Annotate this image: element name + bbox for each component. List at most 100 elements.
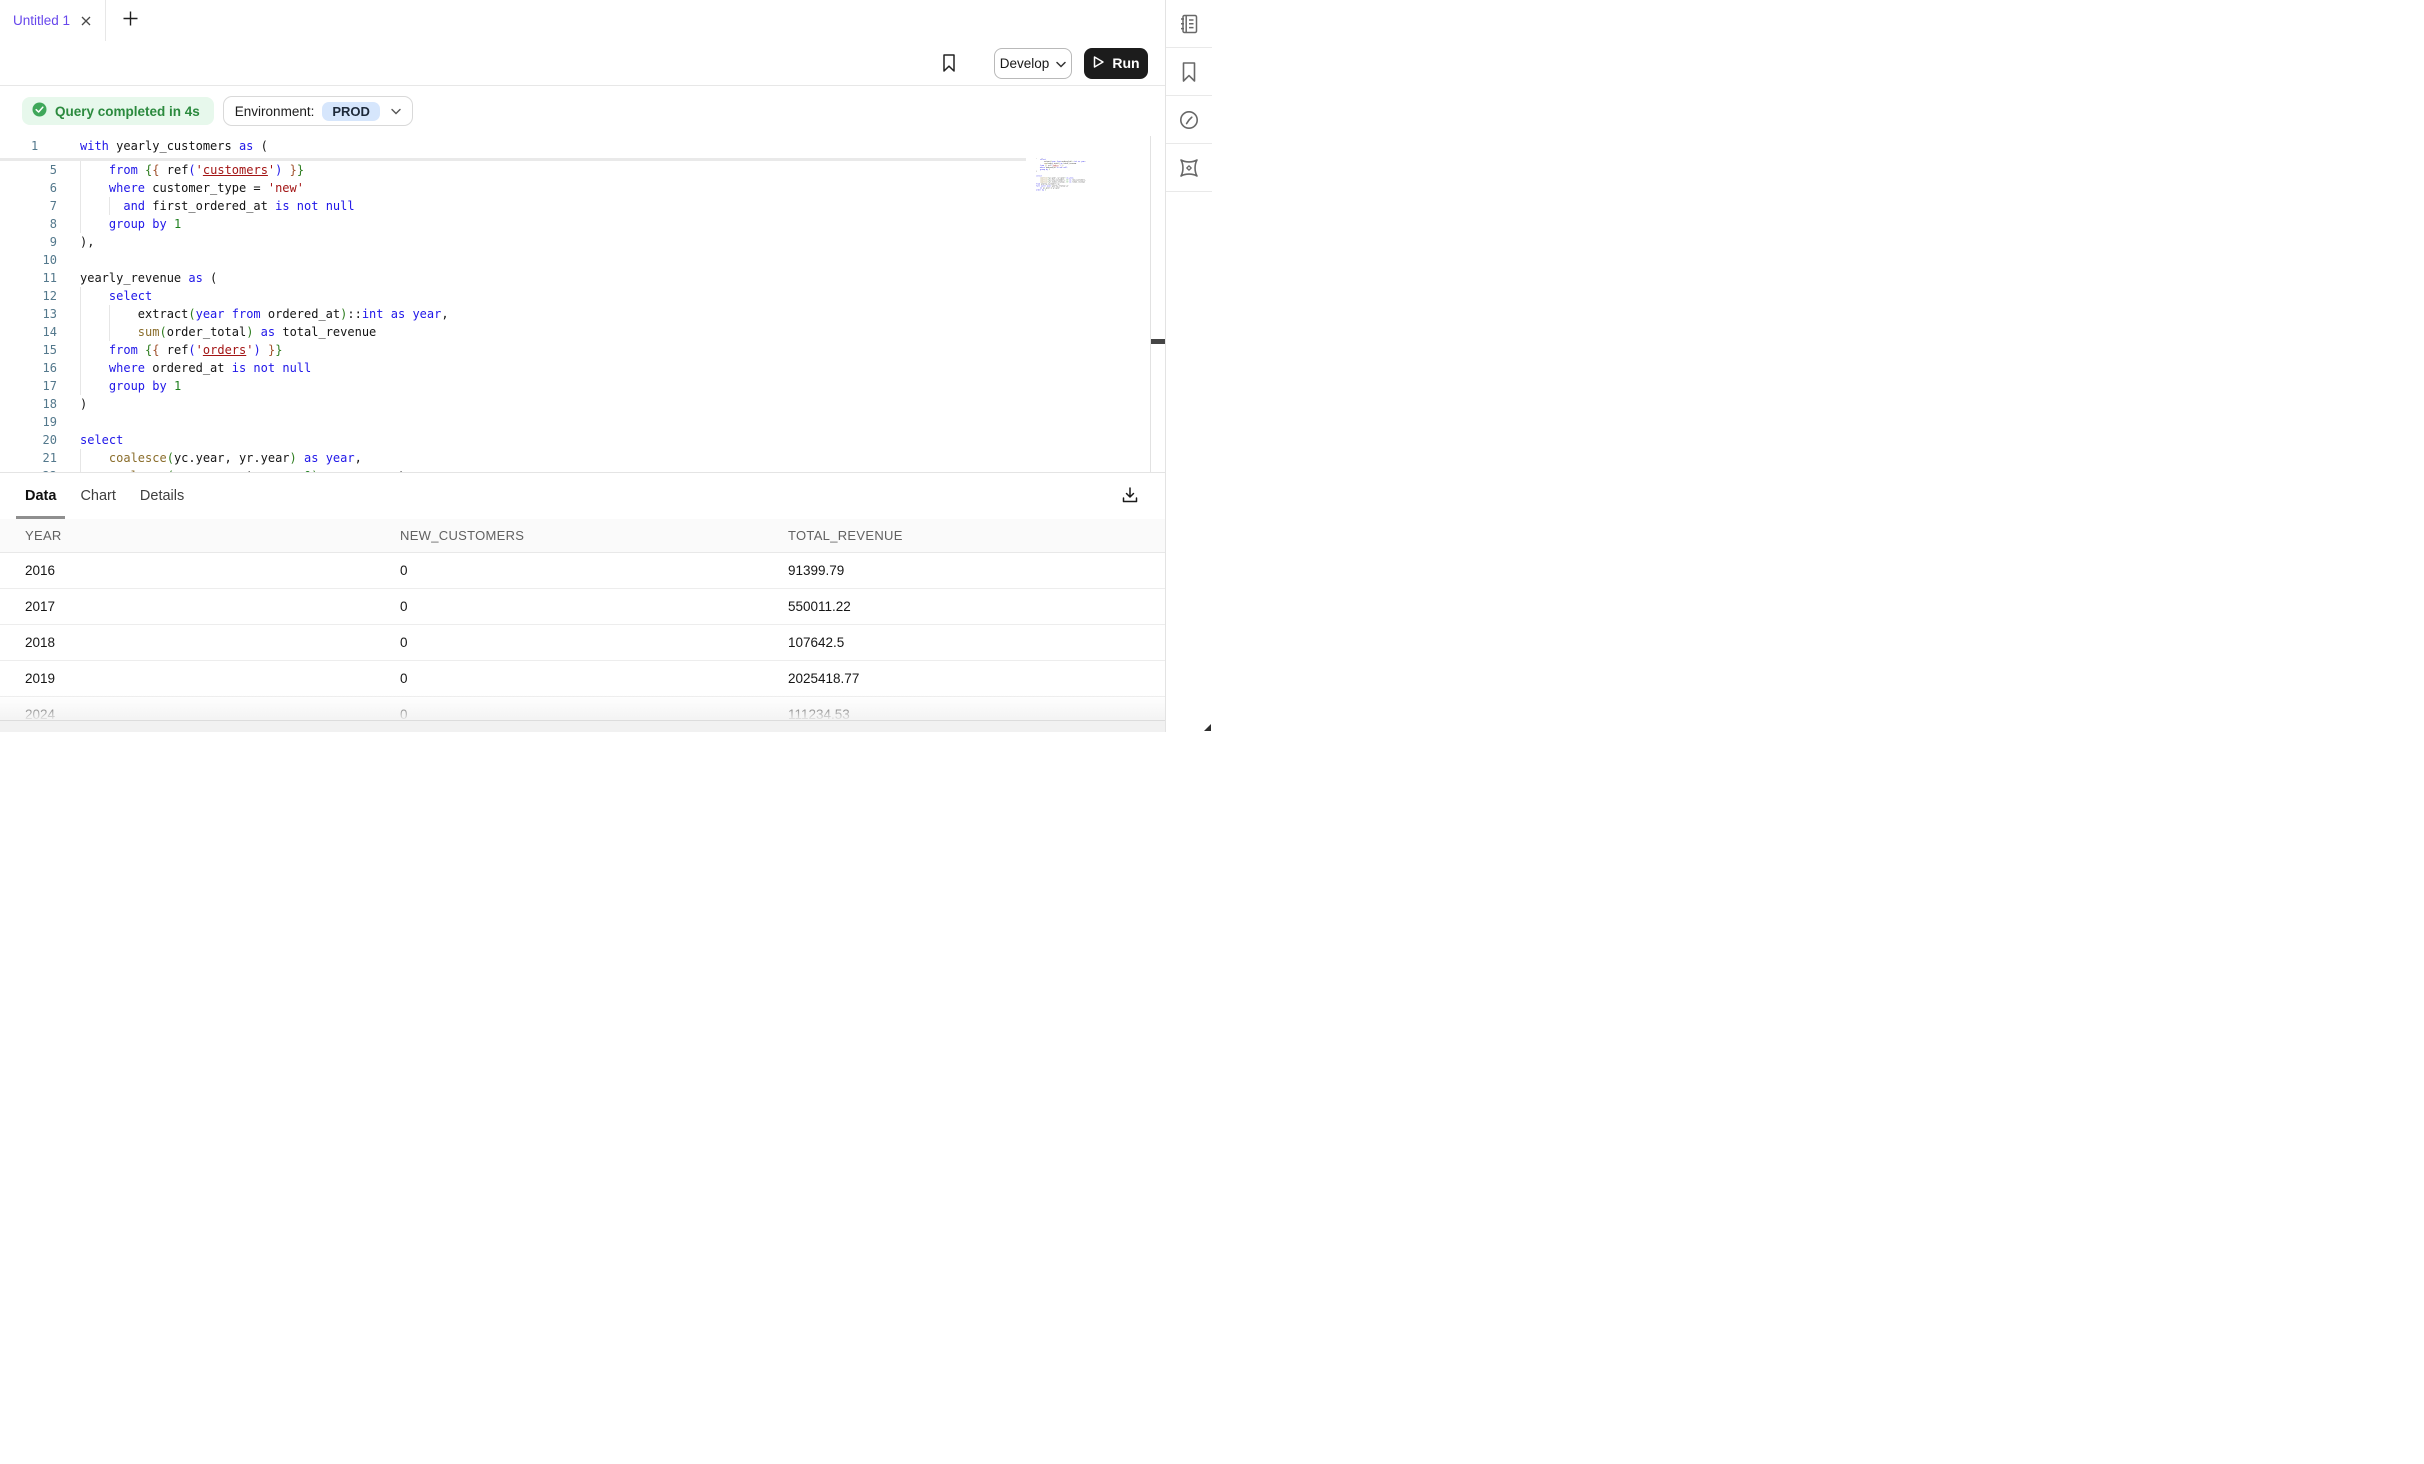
play-icon bbox=[1092, 55, 1105, 72]
tab-bar: Untitled 1 bbox=[0, 0, 1165, 42]
table-row: 20240111234.53 bbox=[0, 697, 1165, 721]
editor-scrollbar[interactable] bbox=[1150, 136, 1165, 472]
tab-label: Untitled 1 bbox=[13, 13, 70, 28]
line-number: 20 bbox=[0, 431, 57, 449]
table-cell: 111234.53 bbox=[763, 697, 1165, 721]
sidebar-button-notebook[interactable] bbox=[1166, 0, 1212, 48]
horizontal-scrollbar[interactable] bbox=[0, 720, 1165, 732]
results-panel: Data Chart Details YEARNEW_CUSTOMERSTOTAL_… bbox=[0, 472, 1165, 721]
table-cell: 0 bbox=[375, 589, 763, 624]
app-root: Untitled 1 Develop bbox=[0, 0, 1212, 732]
close-icon[interactable] bbox=[80, 15, 92, 27]
table-cell: 107642.5 bbox=[763, 625, 1165, 660]
code-line: with yearly_customers as ( bbox=[80, 136, 268, 156]
code-editor[interactable]: 1 with yearly_customers as ( 5 from {{ r… bbox=[0, 136, 1165, 472]
indent-guide bbox=[109, 197, 110, 215]
sidebar-button-bookmark[interactable] bbox=[1166, 48, 1212, 96]
code-line: 14 sum(order_total) as total_revenue bbox=[0, 323, 1151, 341]
line-number: 12 bbox=[0, 287, 57, 305]
code-line: 12 select bbox=[0, 287, 1151, 305]
sticky-context-line: 1 with yearly_customers as ( bbox=[0, 136, 1151, 158]
develop-button[interactable]: Develop bbox=[994, 48, 1072, 79]
table-header: YEARNEW_CUSTOMERSTOTAL_REVENUE bbox=[0, 519, 1165, 553]
code-line: 19 bbox=[0, 413, 1151, 431]
line-number: 9 bbox=[0, 233, 57, 251]
code-line: 18) bbox=[0, 395, 1151, 413]
code-line: 8 group by 1 bbox=[0, 215, 1151, 233]
code-line: 21 coalesce(yc.year, yr.year) as year, bbox=[0, 449, 1151, 467]
compass-icon bbox=[1177, 156, 1201, 180]
code-line: 17 group by 1 bbox=[0, 377, 1151, 395]
code-line: 13 extract(year from ordered_at)::int as… bbox=[0, 305, 1151, 323]
table-row: 20180107642.5 bbox=[0, 625, 1165, 661]
code-line: 5 from {{ ref('customers') }} bbox=[0, 161, 1151, 179]
table-body: 2016091399.7920170550011.2220180107642.5… bbox=[0, 553, 1165, 721]
table-row: 201902025418.77 bbox=[0, 661, 1165, 697]
environment-select[interactable]: Environment: PROD bbox=[223, 96, 413, 126]
toolbar: Develop Run bbox=[0, 41, 1165, 86]
environment-badge: PROD bbox=[322, 102, 380, 121]
panel-tab-chart[interactable]: Chart bbox=[80, 473, 115, 519]
sidebar-button-compass[interactable] bbox=[1166, 144, 1212, 192]
table-cell: 0 bbox=[375, 661, 763, 696]
status-row: Query completed in 4s Environment: PROD bbox=[22, 97, 413, 125]
chevron-down-icon bbox=[391, 108, 401, 115]
history-clock-icon bbox=[1178, 109, 1200, 131]
bookmark-icon bbox=[1179, 61, 1199, 83]
indent-guide bbox=[80, 287, 81, 395]
table-cell: 550011.22 bbox=[763, 589, 1165, 624]
column-header: NEW_CUSTOMERS bbox=[375, 519, 763, 552]
right-sidebar bbox=[1165, 0, 1212, 732]
line-number: 13 bbox=[0, 305, 57, 323]
line-number: 17 bbox=[0, 377, 57, 395]
code-line: 10 bbox=[0, 251, 1151, 269]
line-number: 1 bbox=[31, 136, 38, 156]
environment-label: Environment: bbox=[235, 104, 315, 119]
line-number: 11 bbox=[0, 269, 57, 287]
column-header: YEAR bbox=[0, 519, 375, 552]
query-status-pill: Query completed in 4s bbox=[22, 97, 214, 125]
table-cell: 2018 bbox=[0, 625, 375, 660]
run-label: Run bbox=[1112, 55, 1139, 71]
bookmark-icon[interactable] bbox=[940, 53, 958, 73]
table-cell: 0 bbox=[375, 625, 763, 660]
panel-tab-details[interactable]: Details bbox=[140, 473, 184, 519]
line-number: 19 bbox=[0, 413, 57, 431]
code-line: 15 from {{ ref('orders') }} bbox=[0, 341, 1151, 359]
sticky-divider bbox=[0, 158, 1026, 161]
line-number: 15 bbox=[0, 341, 57, 359]
line-number: 8 bbox=[0, 215, 57, 233]
code-line: 11yearly_revenue as ( bbox=[0, 269, 1151, 287]
editor-pane: Query completed in 4s Environment: PROD bbox=[0, 86, 1165, 472]
chevron-down-icon bbox=[1056, 56, 1066, 71]
develop-label: Develop bbox=[1000, 56, 1050, 71]
new-tab-button[interactable] bbox=[106, 0, 155, 41]
run-button[interactable]: Run bbox=[1084, 48, 1148, 79]
resize-handle[interactable] bbox=[1204, 724, 1211, 731]
check-circle-icon bbox=[32, 102, 47, 120]
table-row: 20170550011.22 bbox=[0, 589, 1165, 625]
table-cell: 0 bbox=[375, 553, 763, 588]
table-cell: 2016 bbox=[0, 553, 375, 588]
table-row: 2016091399.79 bbox=[0, 553, 1165, 589]
table-cell: 91399.79 bbox=[763, 553, 1165, 588]
column-header: TOTAL_REVENUE bbox=[763, 519, 1165, 552]
code-lines: 5 from {{ ref('customers') }}6 where cus… bbox=[0, 161, 1151, 472]
table-cell: 2025418.77 bbox=[763, 661, 1165, 696]
line-number: 21 bbox=[0, 449, 57, 467]
scrollbar-thumb[interactable] bbox=[1151, 339, 1165, 344]
code-line: 16 where ordered_at is not null bbox=[0, 359, 1151, 377]
table-cell: 0 bbox=[375, 697, 763, 721]
code-line: 6 where customer_type = 'new' bbox=[0, 179, 1151, 197]
table-cell: 2024 bbox=[0, 697, 375, 721]
code-line: 9), bbox=[0, 233, 1151, 251]
panel-tab-data[interactable]: Data bbox=[25, 473, 56, 519]
download-icon[interactable] bbox=[1121, 486, 1139, 504]
notebook-icon bbox=[1178, 13, 1200, 35]
line-number: 10 bbox=[0, 251, 57, 269]
indent-guide bbox=[80, 161, 81, 233]
indent-guide bbox=[80, 449, 81, 472]
sidebar-button-history-clock[interactable] bbox=[1166, 96, 1212, 144]
tab-untitled-1[interactable]: Untitled 1 bbox=[0, 0, 106, 41]
code-line: 20select bbox=[0, 431, 1151, 449]
